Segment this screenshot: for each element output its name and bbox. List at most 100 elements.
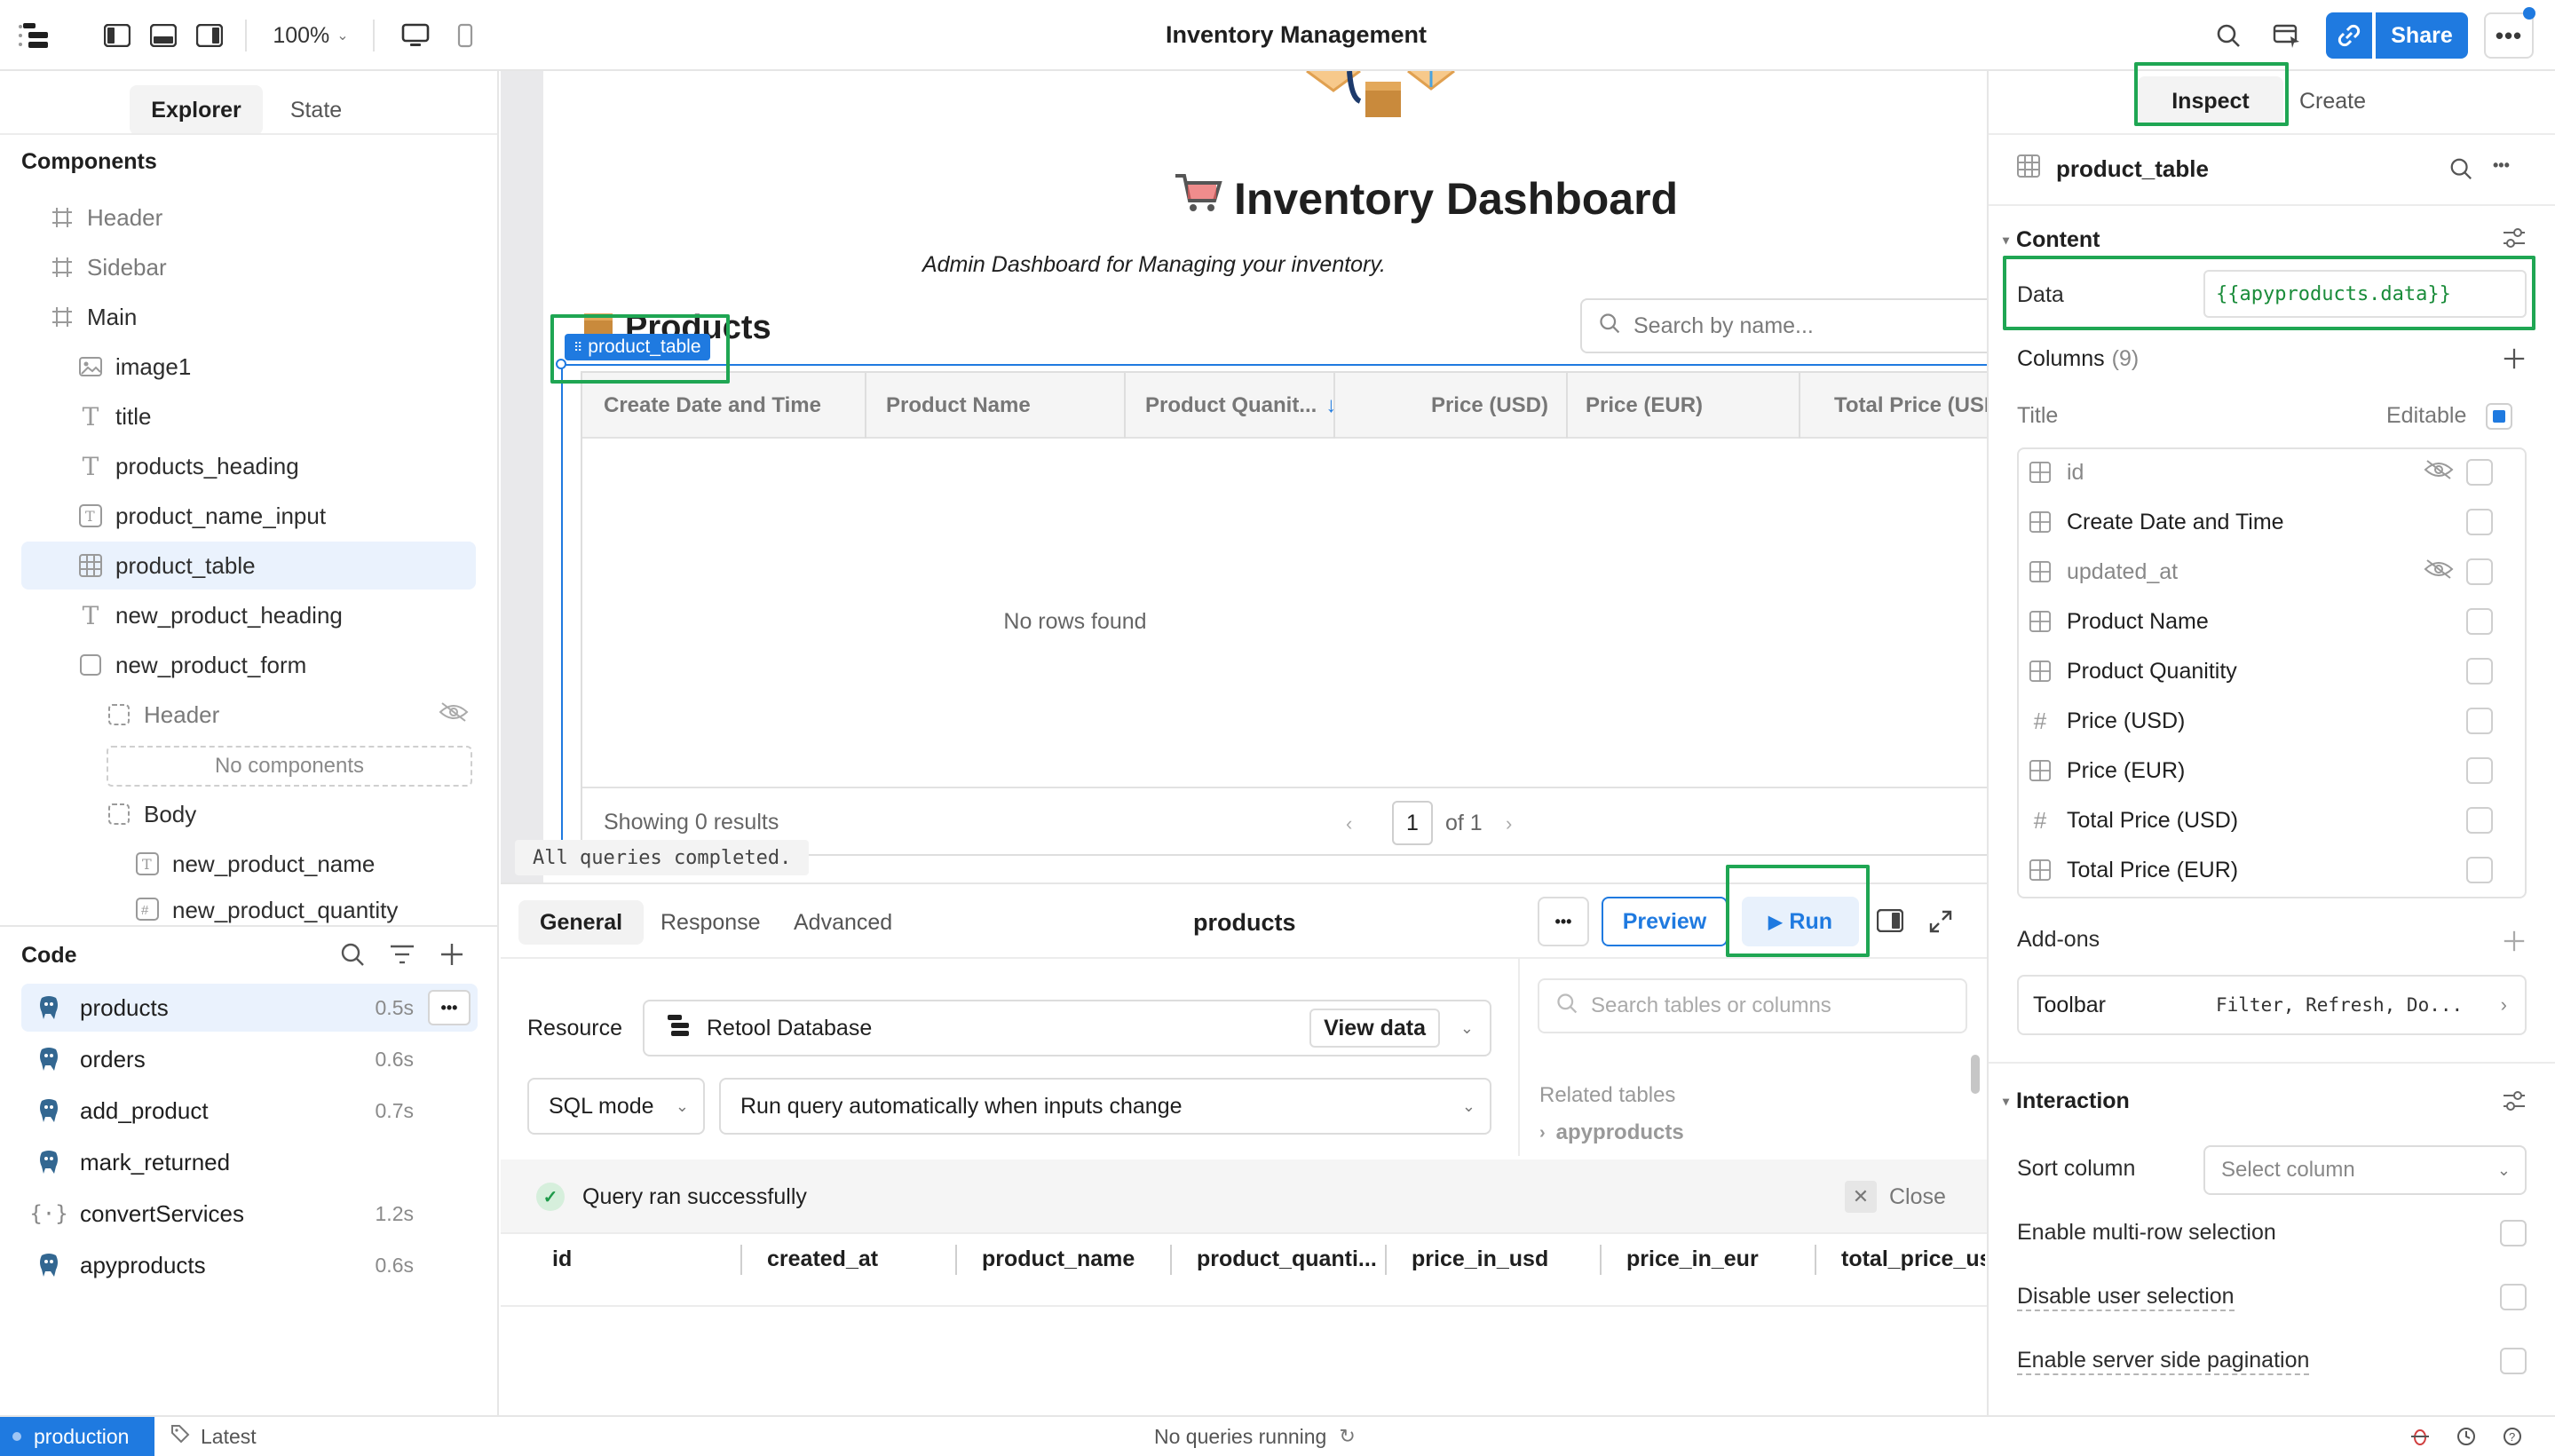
result-header-cell[interactable]: price_in_eur <box>1626 1232 1759 1286</box>
tab-state[interactable]: State <box>272 85 360 135</box>
split-view-icon[interactable] <box>1876 908 1904 938</box>
search-icon[interactable] <box>339 941 366 974</box>
add-addon-icon[interactable] <box>2502 929 2527 960</box>
version-selector[interactable]: Latest <box>170 1417 257 1456</box>
tree-item-header[interactable]: Header <box>50 194 476 241</box>
tree-item-form-header[interactable]: Header <box>107 691 476 739</box>
environment-badge[interactable]: production <box>0 1417 154 1456</box>
editable-checkbox[interactable] <box>2466 509 2493 535</box>
tree-item-products-heading[interactable]: T products_heading <box>78 442 476 490</box>
table-header-cell[interactable]: Price (EUR) <box>1586 373 1703 439</box>
page-input[interactable]: 1 <box>1392 801 1433 845</box>
result-header-cell[interactable]: total_price_us <box>1841 1232 1985 1286</box>
expand-icon[interactable] <box>1928 909 1953 940</box>
run-button[interactable]: ▶ Run <box>1742 897 1859 946</box>
tab-inspect[interactable]: Inspect <box>2138 76 2283 126</box>
editable-checkbox[interactable] <box>2466 558 2493 585</box>
result-header-cell[interactable]: product_name <box>982 1232 1135 1286</box>
query-item-orders[interactable]: orders 0.6s <box>21 1035 478 1083</box>
tab-create[interactable]: Create <box>2299 76 2366 126</box>
server-pagination-checkbox[interactable] <box>2500 1348 2527 1374</box>
scrollbar[interactable] <box>1971 1055 1980 1094</box>
table-header-cell[interactable]: Price (USD) <box>1335 373 1548 439</box>
sort-column-select[interactable]: Select column ⌄ <box>2203 1145 2527 1195</box>
query-item-apyproducts[interactable]: apyproducts 0.6s <box>21 1241 478 1289</box>
editable-checkbox[interactable] <box>2466 459 2493 486</box>
result-header-cell[interactable]: id <box>552 1232 572 1286</box>
trigger-select[interactable]: Run query automatically when inputs chan… <box>719 1078 1491 1135</box>
query-more-button[interactable]: ••• <box>1538 897 1589 946</box>
view-data-button[interactable]: View data <box>1309 1009 1440 1048</box>
table-header-cell[interactable]: Product Quanit... ↓ <box>1145 373 1336 439</box>
eye-off-icon[interactable] <box>2424 459 2454 487</box>
eye-off-icon[interactable] <box>439 701 469 729</box>
inspected-component[interactable]: product_table <box>2017 147 2209 190</box>
search-icon[interactable] <box>2209 18 2248 53</box>
editable-checkbox[interactable] <box>2466 807 2493 834</box>
toggle-bottom-panel-icon[interactable] <box>146 20 181 51</box>
editable-checkbox[interactable] <box>2466 658 2493 684</box>
schema-search-input[interactable]: Search tables or columns <box>1538 978 1967 1033</box>
tab-explorer[interactable]: Explorer <box>130 85 263 135</box>
search-icon[interactable] <box>2448 156 2473 187</box>
product-search-input[interactable]: Search by name... <box>1580 298 1987 353</box>
column-row-updated-at[interactable]: updated_at <box>2028 547 2507 597</box>
column-row-total-price-eur[interactable]: Total Price (EUR) <box>2028 845 2507 895</box>
column-row-product-quantity[interactable]: Product Quanitity <box>2028 646 2507 696</box>
editable-checkbox[interactable] <box>2466 708 2493 734</box>
settings-sliders-icon[interactable] <box>2502 1088 2527 1120</box>
toolbar-addon[interactable]: Toolbar Filter, Refresh, Do... › <box>2017 975 2527 1035</box>
preview-button[interactable]: Preview <box>1602 897 1728 946</box>
resource-select[interactable]: Retool Database View data ⌄ <box>643 1000 1491 1056</box>
product-table[interactable]: Create Date and Time Product Name Produc… <box>581 371 1987 856</box>
selected-component-badge[interactable]: ⠿ product_table <box>565 334 710 360</box>
filter-icon[interactable] <box>389 943 415 972</box>
result-header-cell[interactable]: price_in_usd <box>1412 1232 1548 1286</box>
interaction-section-header[interactable]: ▾ Interaction <box>2003 1083 2130 1119</box>
tab-response[interactable]: Response <box>639 900 782 945</box>
result-header-cell[interactable]: created_at <box>767 1232 878 1286</box>
tree-item-new-product-form[interactable]: new_product_form <box>78 641 476 689</box>
prev-page-icon[interactable]: ‹ <box>1346 804 1352 843</box>
tree-item-form-body[interactable]: Body <box>107 790 476 838</box>
share-button[interactable]: Share <box>2376 12 2468 59</box>
next-page-icon[interactable]: › <box>1506 804 1512 843</box>
app-title[interactable]: Inventory Management <box>1030 0 1562 69</box>
preview-icon[interactable] <box>2267 18 2306 53</box>
editable-all-checkbox[interactable] <box>2486 403 2512 430</box>
editable-checkbox[interactable] <box>2466 608 2493 635</box>
query-item-mark-returned[interactable]: mark_returned <box>21 1138 478 1186</box>
retool-logo-icon[interactable] <box>16 18 55 53</box>
column-row-price-usd[interactable]: # Price (USD) <box>2028 696 2507 746</box>
table-header-cell[interactable]: Product Name <box>886 373 1031 439</box>
toggle-left-panel-icon[interactable] <box>99 20 135 51</box>
close-banner-button[interactable]: ✕ Close <box>1845 1177 1946 1216</box>
table-header-cell[interactable]: Create Date and Time <box>604 373 821 439</box>
data-input[interactable]: {{apyproducts.data}} <box>2203 270 2527 318</box>
column-row-create-date[interactable]: Create Date and Time <box>2028 497 2507 547</box>
eye-off-icon[interactable] <box>2424 558 2454 586</box>
resize-handle[interactable] <box>556 359 566 369</box>
result-header-cell[interactable]: product_quanti... <box>1197 1232 1377 1286</box>
settings-sliders-icon[interactable] <box>2502 226 2527 257</box>
tab-general[interactable]: General <box>518 900 645 945</box>
tree-item-image1[interactable]: image1 <box>78 343 476 391</box>
tree-item-new-product-quantity[interactable]: # new_product_quantity <box>135 890 476 925</box>
tab-advanced[interactable]: Advanced <box>772 900 914 945</box>
mobile-view-icon[interactable] <box>447 20 483 51</box>
more-menu-button[interactable]: ••• <box>2484 12 2534 59</box>
column-row-product-name[interactable]: Product Name <box>2028 597 2507 646</box>
tree-item-title[interactable]: T title <box>78 392 476 440</box>
ellipsis-icon[interactable]: ••• <box>2493 156 2510 175</box>
content-section-header[interactable]: ▾ Content <box>2003 222 2100 257</box>
query-name[interactable]: products <box>1193 900 1296 945</box>
add-icon[interactable] <box>439 941 465 974</box>
related-table-item[interactable]: › apyproducts <box>1539 1120 1684 1145</box>
tree-item-main[interactable]: Main <box>50 293 476 341</box>
column-row-price-eur[interactable]: Price (EUR) <box>2028 746 2507 795</box>
add-column-icon[interactable] <box>2502 346 2527 377</box>
column-row-id[interactable]: id <box>2028 447 2507 497</box>
zoom-dropdown[interactable]: 100% ⌄ <box>266 18 355 53</box>
help-icon[interactable]: ? <box>2502 1426 2523 1453</box>
disable-selection-checkbox[interactable] <box>2500 1284 2527 1310</box>
